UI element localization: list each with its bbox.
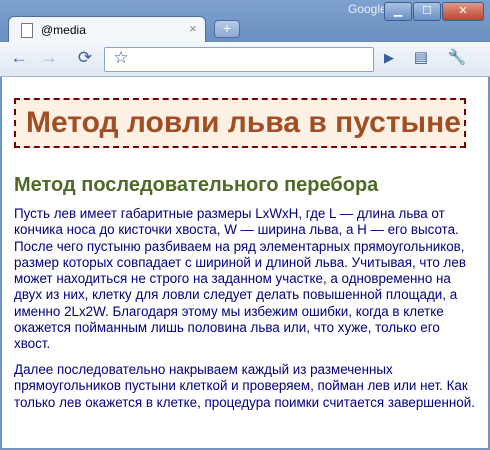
address-input[interactable] xyxy=(135,51,369,69)
page-title-box: Метод ловли льва в пустыне xyxy=(14,98,466,148)
page-content: Метод ловли льва в пустыне Метод последо… xyxy=(2,77,488,448)
tab-media[interactable]: @media × xyxy=(8,16,206,43)
page-icon xyxy=(21,23,33,38)
close-window-button[interactable]: ✕ xyxy=(442,2,484,21)
new-tab-button[interactable]: + xyxy=(214,20,240,38)
bookmark-star-icon[interactable]: ☆ xyxy=(110,47,132,69)
paragraph-1: Пусть лев имеет габаритные размеры LxWxH… xyxy=(14,206,466,352)
brand-label: Google xyxy=(348,2,387,16)
browser-window: Google ▁ ☐ ✕ @media × + ← → ⟳ ☆ ▶ ▤ 🔧 Ме… xyxy=(0,0,490,450)
go-button[interactable]: ▶ xyxy=(378,47,400,69)
page-title: Метод ловли льва в пустыне xyxy=(26,106,461,139)
tab-title: @media xyxy=(41,23,86,37)
wrench-icon[interactable]: 🔧 xyxy=(446,47,468,69)
forward-button[interactable]: → xyxy=(38,47,60,69)
page-menu-button[interactable]: ▤ xyxy=(410,47,432,69)
reload-button[interactable]: ⟳ xyxy=(74,47,96,69)
maximize-button[interactable]: ☐ xyxy=(413,2,441,21)
tab-close-icon[interactable]: × xyxy=(189,21,197,36)
window-controls: ▁ ☐ ✕ xyxy=(383,2,484,21)
back-button[interactable]: ← xyxy=(8,47,30,69)
minimize-button[interactable]: ▁ xyxy=(384,2,412,21)
navigation-toolbar: ← → ⟳ ☆ ▶ ▤ 🔧 xyxy=(0,42,490,77)
title-bar: Google ▁ ☐ ✕ @media × + xyxy=(0,0,490,43)
section-heading: Метод последовательного перебора xyxy=(14,174,379,196)
paragraph-2: Далее последовательно накрываем каждый и… xyxy=(14,362,475,410)
